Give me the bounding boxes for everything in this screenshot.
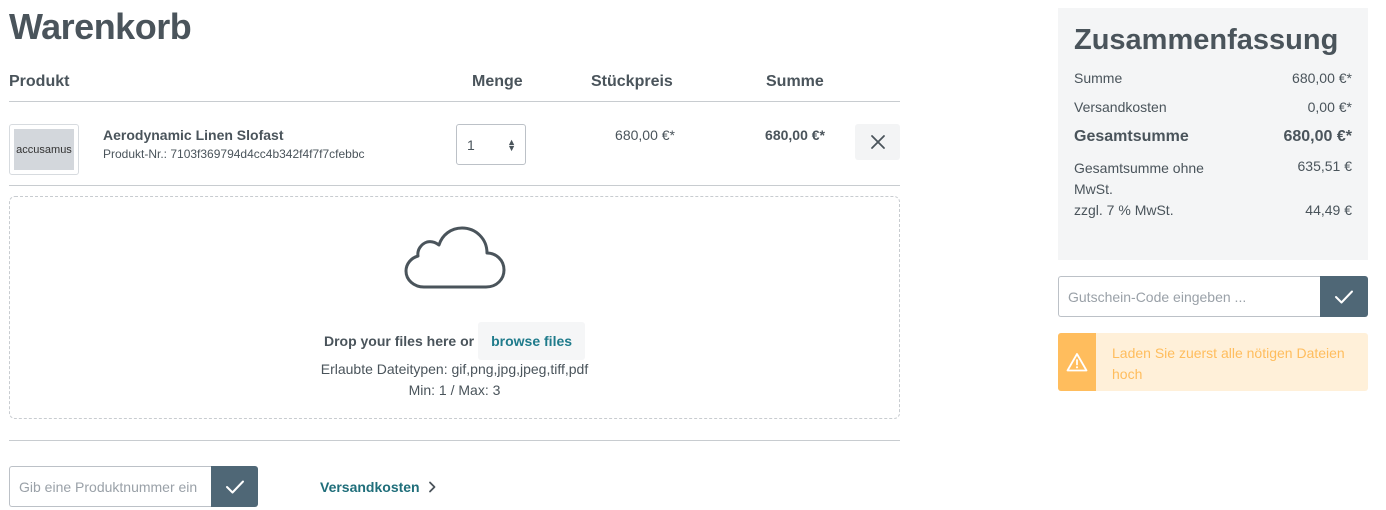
cart-table-header: Produkt Menge Stückpreis Summe xyxy=(9,72,900,102)
allowed-file-types: Erlaubte Dateitypen: gif,png,jpg,jpeg,ti… xyxy=(320,361,589,377)
summary-subtotal-label: Summe xyxy=(1074,70,1123,86)
checkmark-icon xyxy=(1335,290,1353,303)
divider xyxy=(9,440,900,441)
summary-subtotal-value: 680,00 €* xyxy=(1292,70,1352,86)
header-unit-price: Stückpreis xyxy=(591,73,673,90)
summary-net-label: Gesamtsumme ohne MwSt. xyxy=(1074,160,1204,197)
checkmark-icon xyxy=(225,480,244,493)
order-summary: Zusammenfassung Summe 680,00 €* Versandk… xyxy=(1058,8,1368,260)
product-name-link[interactable]: Aerodynamic Linen Slofast xyxy=(103,127,283,143)
shipping-costs-link[interactable]: Versandkosten xyxy=(320,479,436,495)
browse-files-button[interactable]: browse files xyxy=(478,322,586,360)
close-icon xyxy=(870,135,885,149)
summary-grand-total-value: 680,00 €* xyxy=(1283,128,1352,145)
product-number-input[interactable]: Gib eine Produktnummer ein xyxy=(9,466,211,507)
summary-net-value: 635,51 € xyxy=(1297,158,1353,174)
voucher-code-input[interactable]: Gutschein-Code eingeben ... xyxy=(1058,276,1321,317)
summary-tax-value: 44,49 € xyxy=(1305,202,1352,218)
warning-text: Laden Sie zuerst alle nötigen Dateien ho… xyxy=(1112,345,1345,382)
quantity-value: 1 xyxy=(467,137,475,153)
summary-tax-label: zzgl. 7 % MwSt. xyxy=(1074,202,1174,218)
line-total: 680,00 €* xyxy=(765,127,825,143)
dropzone-text-row: Drop your files here or browse files xyxy=(10,322,899,360)
file-count-limits: Min: 1 / Max: 3 xyxy=(408,382,501,398)
dropzone-hint: Drop your files here or xyxy=(323,333,475,349)
warning-icon-box xyxy=(1058,333,1096,391)
chevron-right-icon xyxy=(428,481,436,493)
cart-item-row: accusamus Aerodynamic Linen Slofast Prod… xyxy=(9,102,900,186)
remove-item-button[interactable] xyxy=(855,124,900,160)
upload-warning-alert: Laden Sie zuerst alle nötigen Dateien ho… xyxy=(1058,333,1368,391)
select-caret-icon: ▲ ▼ xyxy=(507,137,516,153)
add-product-button[interactable] xyxy=(211,466,258,507)
header-product: Produkt xyxy=(9,73,70,90)
voucher-submit-button[interactable] xyxy=(1320,276,1368,317)
header-total: Summe xyxy=(766,73,824,90)
header-quantity: Menge xyxy=(472,73,523,90)
unit-price: 680,00 €* xyxy=(615,127,675,143)
product-thumbnail-image: accusamus xyxy=(14,129,74,170)
page-title: Warenkorb xyxy=(9,6,192,47)
summary-shipping-label: Versandkosten xyxy=(1074,99,1167,115)
summary-grand-total-label: Gesamtsumme xyxy=(1074,128,1189,145)
product-thumbnail[interactable]: accusamus xyxy=(9,124,79,175)
shipping-costs-label: Versandkosten xyxy=(320,479,420,495)
cloud-upload-icon xyxy=(404,226,506,289)
quantity-select[interactable]: 1 ▲ ▼ xyxy=(456,124,526,165)
summary-shipping-value: 0,00 €* xyxy=(1307,99,1352,115)
file-dropzone[interactable]: Drop your files here or browse files Erl… xyxy=(9,196,900,419)
summary-title: Zusammenfassung xyxy=(1074,24,1339,56)
product-number: Produkt-Nr.: 7103f369794d4cc4b342f4f7f7c… xyxy=(103,147,365,161)
warning-icon xyxy=(1066,353,1088,372)
